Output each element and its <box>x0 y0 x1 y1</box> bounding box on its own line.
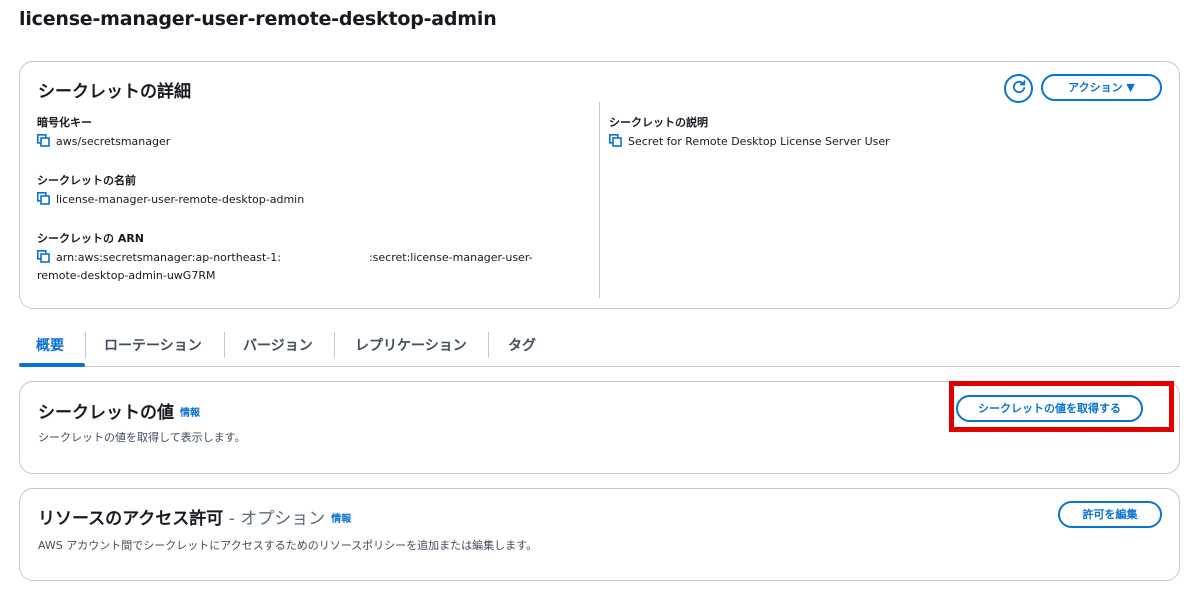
refresh-icon <box>1012 80 1025 94</box>
tab-rotation[interactable]: ローテーション <box>104 335 202 355</box>
secret-description-value: Secret for Remote Desktop License Server… <box>628 135 890 148</box>
tab-divider <box>224 332 225 358</box>
secret-value-description: シークレットの値を取得して表示します。 <box>38 431 246 444</box>
secret-name-value: license-manager-user-remote-desktop-admi… <box>56 193 305 206</box>
resource-permissions-description: AWS アカウント間でシークレットにアクセスするためのリソースポリシーを追加また… <box>38 539 538 552</box>
copy-icon[interactable] <box>37 192 50 205</box>
tab-divider <box>488 332 489 358</box>
tab-tags[interactable]: タグ <box>508 335 536 355</box>
resource-permissions-panel: リソースのアクセス許可 - オプション 情報 AWS アカウント間でシークレットに… <box>19 488 1180 581</box>
secret-arn-field: シークレットの ARN arn:aws:secretsmanager:ap-no… <box>37 230 577 285</box>
secret-arn-value-part2: :secret:license-manager-user- <box>368 251 533 264</box>
secret-name-field: シークレットの名前 license-manager-user-remote-de… <box>37 172 304 209</box>
secret-details-panel: シークレットの詳細 アクション ▼ 暗号化キー aws/secretsmanag… <box>19 61 1180 309</box>
encryption-key-value: aws/secretsmanager <box>56 135 171 148</box>
column-divider <box>599 102 600 298</box>
encryption-key-field: 暗号化キー aws/secretsmanager <box>37 114 170 151</box>
tab-divider <box>334 332 335 358</box>
secret-description-label: シークレットの説明 <box>609 116 708 129</box>
refresh-button[interactable] <box>1004 74 1033 103</box>
secret-name-label: シークレットの名前 <box>37 174 136 187</box>
secret-value-heading: シークレットの値 情報 <box>38 403 200 423</box>
tab-divider <box>85 332 86 358</box>
secret-arn-value-line2: remote-desktop-admin-uwG7RM <box>37 269 216 282</box>
tab-overview[interactable]: 概要 <box>36 335 64 355</box>
edit-permissions-button[interactable]: 許可を編集 <box>1058 501 1162 528</box>
secret-arn-value-part1: arn:aws:secretsmanager:ap-northeast-1: <box>56 251 281 264</box>
secret-description-field: シークレットの説明 Secret for Remote Desktop Lice… <box>609 114 890 151</box>
copy-icon[interactable] <box>37 250 50 263</box>
secret-arn-label: シークレットの ARN <box>37 232 145 245</box>
resource-permissions-heading: リソースのアクセス許可 - オプション 情報 <box>38 509 352 529</box>
tab-versions[interactable]: バージョン <box>243 335 313 355</box>
encryption-key-label: 暗号化キー <box>37 116 92 129</box>
secret-tabs: 概要 ローテーション バージョン レプリケーション タグ <box>19 330 1180 367</box>
info-link[interactable]: 情報 <box>331 514 351 525</box>
secret-details-heading: シークレットの詳細 <box>38 82 191 102</box>
actions-dropdown-button[interactable]: アクション ▼ <box>1041 74 1162 101</box>
highlight-box <box>949 381 1174 432</box>
tab-replication[interactable]: レプリケーション <box>355 335 467 355</box>
copy-icon[interactable] <box>609 134 622 147</box>
active-tab-indicator <box>19 363 85 367</box>
page-title: license-manager-user-remote-desktop-admi… <box>19 8 497 30</box>
copy-icon[interactable] <box>37 134 50 147</box>
info-link[interactable]: 情報 <box>180 408 200 419</box>
